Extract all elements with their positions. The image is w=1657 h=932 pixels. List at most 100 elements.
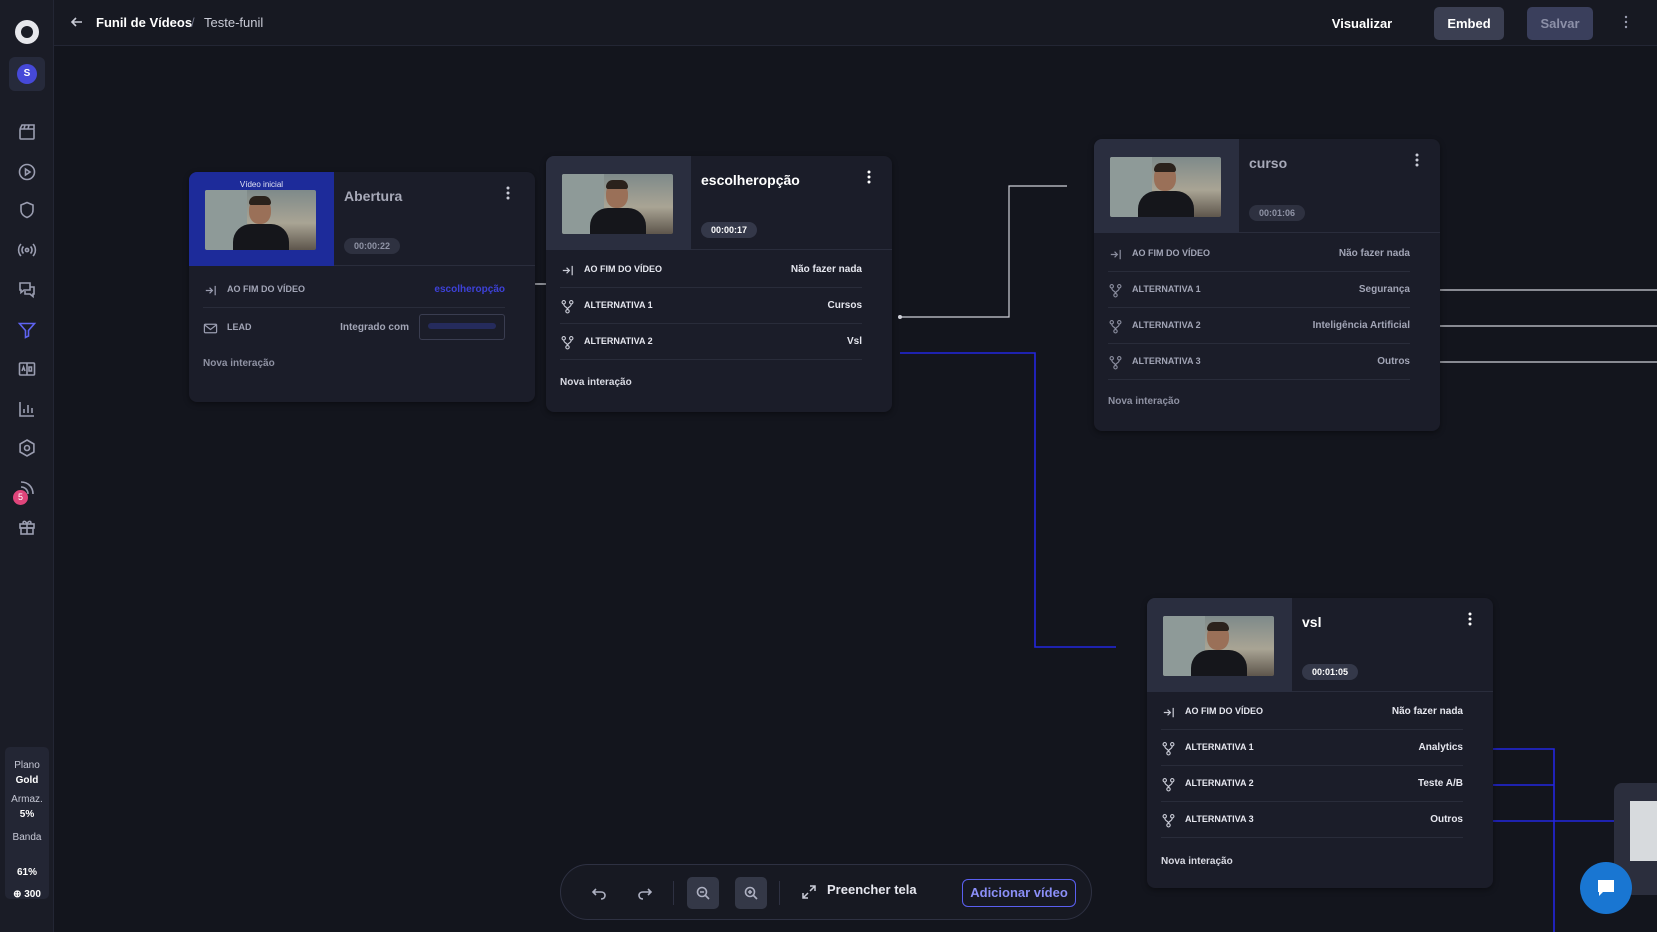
ab-test-icon[interactable] xyxy=(15,357,39,381)
interaction-row[interactable]: ALTERNATIVA 3 Outros xyxy=(1108,344,1410,380)
more-vertical-icon[interactable] xyxy=(1616,12,1636,32)
thumbnail-image xyxy=(1630,801,1657,861)
node-header: vsl 00:01:05 xyxy=(1147,598,1493,692)
interaction-target[interactable]: Vsl xyxy=(847,336,862,347)
zoom-in-icon[interactable] xyxy=(735,877,767,909)
interaction-label: ALTERNATIVA 2 xyxy=(1185,778,1254,788)
integration-label: Integrado com xyxy=(340,322,409,333)
logo-icon[interactable] xyxy=(15,20,39,44)
top-bar: Funil de Vídeos / Teste-funil Visualizar… xyxy=(54,0,1657,46)
breadcrumb-root[interactable]: Funil de Vídeos xyxy=(96,15,192,30)
shield-icon[interactable] xyxy=(15,198,39,222)
node-title[interactable]: escolheropção xyxy=(701,172,800,188)
interaction-row[interactable]: AO FIM DO VÍDEO Não fazer nada xyxy=(560,252,862,288)
branch-icon xyxy=(561,336,574,350)
new-interaction-button[interactable]: Nova interação xyxy=(1161,856,1233,867)
interaction-target[interactable]: Não fazer nada xyxy=(791,264,862,275)
video-end-icon xyxy=(205,285,216,296)
node-menu-icon[interactable] xyxy=(1410,149,1424,171)
zoom-out-icon[interactable] xyxy=(687,877,719,909)
preview-button[interactable]: Visualizar xyxy=(1327,7,1397,40)
node-abertura[interactable]: Vídeo inicial Abertura 00:00:22 AO FIM D… xyxy=(189,172,535,402)
node-title[interactable]: curso xyxy=(1249,155,1287,171)
node-escolheropcao[interactable]: escolheropção 00:00:17 AO FIM DO VÍDEO N… xyxy=(546,156,892,412)
credits: ⊕ 300 xyxy=(5,887,49,902)
interaction-label: ALTERNATIVA 3 xyxy=(1132,356,1201,366)
thumbnail-image xyxy=(1163,616,1274,676)
interaction-row[interactable]: ALTERNATIVA 1 Segurança xyxy=(1108,272,1410,308)
video-end-icon xyxy=(1110,249,1121,260)
interaction-target[interactable]: Teste A/B xyxy=(1418,778,1463,789)
node-menu-icon[interactable] xyxy=(501,182,515,204)
node-title[interactable]: Abertura xyxy=(344,188,402,204)
bar-chart-icon[interactable] xyxy=(15,397,39,421)
chat-support-button[interactable] xyxy=(1580,862,1632,914)
fill-screen-button[interactable]: Preencher tela xyxy=(827,882,917,897)
interaction-target[interactable]: Não fazer nada xyxy=(1339,248,1410,259)
avatar[interactable]: S xyxy=(17,64,37,84)
wire-cursos-curso-start-dot xyxy=(898,315,902,319)
save-button[interactable]: Salvar xyxy=(1527,7,1593,40)
mail-icon xyxy=(203,323,218,334)
video-thumbnail[interactable] xyxy=(546,156,691,250)
settings-icon[interactable] xyxy=(15,436,39,460)
interaction-row[interactable]: ALTERNATIVA 1 Analytics xyxy=(1161,730,1463,766)
chat-icon[interactable] xyxy=(15,278,39,302)
gift-icon[interactable] xyxy=(15,515,39,539)
integration-select[interactable] xyxy=(419,314,505,340)
play-circle-icon[interactable] xyxy=(15,160,39,184)
interaction-label: ALTERNATIVA 1 xyxy=(584,300,653,310)
undo-icon[interactable] xyxy=(583,877,615,909)
branch-icon xyxy=(1162,778,1175,792)
storage-label: Armaz. xyxy=(11,794,43,805)
lead-row[interactable]: LEAD Integrado com xyxy=(203,310,505,346)
notification-badge: 5 xyxy=(13,490,28,505)
interaction-row[interactable]: AO FIM DO VÍDEO Não fazer nada xyxy=(1161,694,1463,730)
interaction-target[interactable]: escolheropção xyxy=(434,284,505,295)
interaction-target[interactable]: Analytics xyxy=(1419,742,1463,753)
node-curso[interactable]: curso 00:01:06 AO FIM DO VÍDEO Não fazer… xyxy=(1094,139,1440,431)
interaction-row[interactable]: ALTERNATIVA 2 Teste A/B xyxy=(1161,766,1463,802)
video-thumbnail[interactable] xyxy=(1094,139,1239,233)
embed-button[interactable]: Embed xyxy=(1434,7,1504,40)
redo-icon[interactable] xyxy=(629,877,661,909)
video-thumbnail[interactable] xyxy=(1147,598,1292,692)
node-vsl[interactable]: vsl 00:01:05 AO FIM DO VÍDEO Não fazer n… xyxy=(1147,598,1493,888)
interaction-target[interactable]: Outros xyxy=(1430,814,1463,825)
interaction-target[interactable]: Outros xyxy=(1377,356,1410,367)
expand-icon[interactable] xyxy=(801,884,817,900)
interaction-target[interactable]: Segurança xyxy=(1359,284,1410,295)
interaction-target[interactable]: Inteligência Artificial xyxy=(1313,320,1410,331)
add-video-button[interactable]: Adicionar vídeo xyxy=(962,879,1076,907)
funnel-icon[interactable] xyxy=(15,318,39,342)
flow-canvas[interactable]: Vídeo inicial Abertura 00:00:22 AO FIM D… xyxy=(54,46,1657,932)
broadcast-icon[interactable] xyxy=(15,238,39,262)
credits-icon: ⊕ xyxy=(13,889,25,900)
plan-usage-panel: Plano Gold Armaz. 5% Banda 61% ⊕ 300 xyxy=(5,747,49,902)
node-menu-icon[interactable] xyxy=(862,166,876,188)
arrow-left-icon[interactable] xyxy=(69,14,85,30)
interaction-row[interactable]: AO FIM DO VÍDEO Não fazer nada xyxy=(1108,236,1410,272)
new-interaction-button[interactable]: Nova interação xyxy=(560,377,632,388)
interaction-row[interactable]: ALTERNATIVA 2 Vsl xyxy=(560,324,862,360)
interaction-label: AO FIM DO VÍDEO xyxy=(227,284,306,294)
new-interaction-button[interactable]: Nova interação xyxy=(1108,396,1180,407)
interaction-row[interactable]: ALTERNATIVA 1 Cursos xyxy=(560,288,862,324)
video-thumbnail[interactable]: Vídeo inicial xyxy=(189,172,334,266)
interaction-target[interactable]: Não fazer nada xyxy=(1392,706,1463,717)
interaction-target[interactable]: Cursos xyxy=(828,300,862,311)
workspace-switcher[interactable]: S xyxy=(9,57,45,91)
interaction-label: AO FIM DO VÍDEO xyxy=(584,264,663,274)
new-interaction-button[interactable]: Nova interação xyxy=(203,358,275,369)
interaction-row[interactable]: AO FIM DO VÍDEO escolheropção xyxy=(203,272,505,308)
clapperboard-icon[interactable] xyxy=(15,120,39,144)
interaction-row[interactable]: ALTERNATIVA 3 Outros xyxy=(1161,802,1463,838)
chat-bubble-icon xyxy=(1598,880,1614,896)
branch-icon xyxy=(1162,814,1175,828)
interaction-row[interactable]: ALTERNATIVA 2 Inteligência Artificial xyxy=(1108,308,1410,344)
thumbnail-image xyxy=(562,174,673,234)
node-menu-icon[interactable] xyxy=(1463,608,1477,630)
node-header: curso 00:01:06 xyxy=(1094,139,1440,233)
video-duration: 00:01:06 xyxy=(1249,205,1306,221)
node-title[interactable]: vsl xyxy=(1302,614,1321,630)
